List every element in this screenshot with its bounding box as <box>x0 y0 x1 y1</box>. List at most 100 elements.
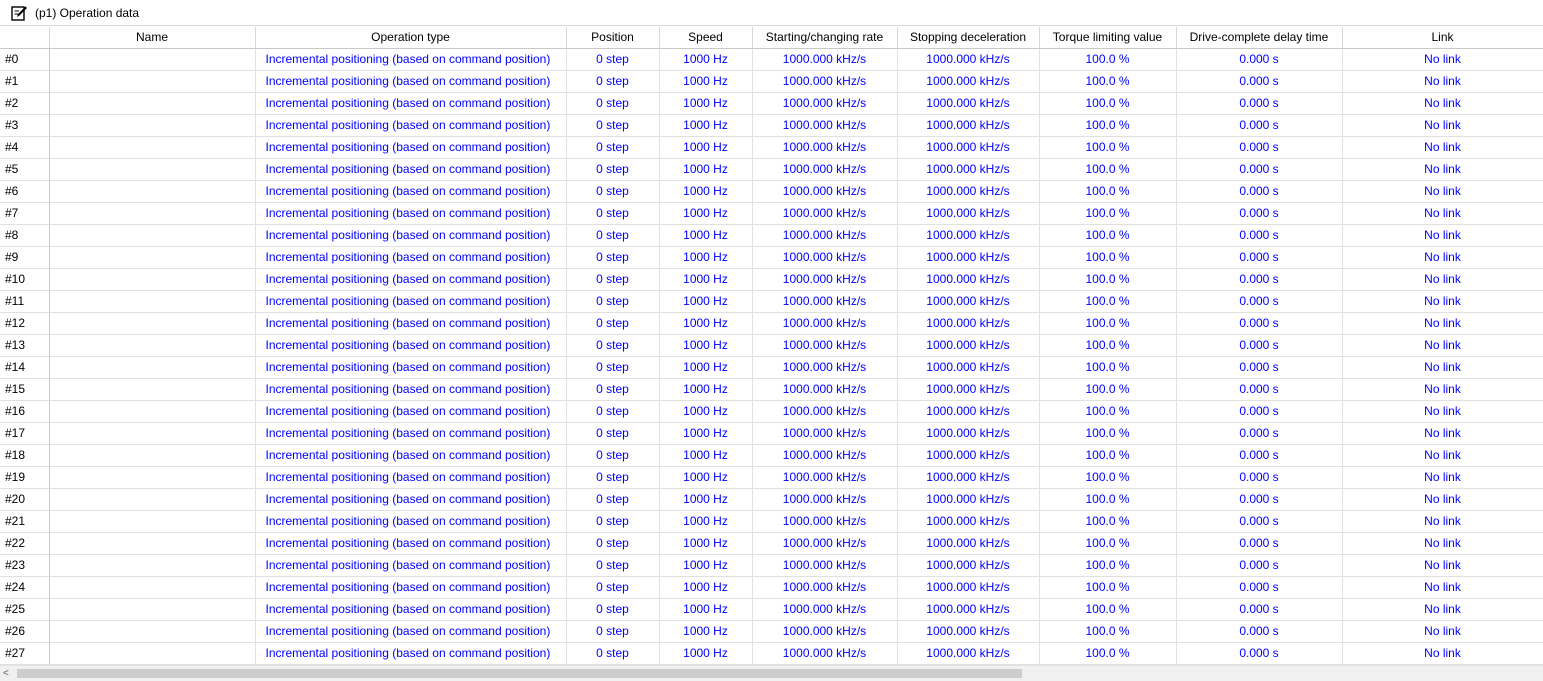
cell-name[interactable] <box>49 70 256 93</box>
cell-name[interactable] <box>49 268 256 291</box>
cell-drive-complete-delay-time[interactable]: 0.000 s <box>1176 598 1343 621</box>
column-header-speed[interactable]: Speed <box>659 27 753 49</box>
cell-drive-complete-delay-time[interactable]: 0.000 s <box>1176 620 1343 643</box>
cell-link[interactable]: No link <box>1342 488 1543 511</box>
cell-speed[interactable]: 1000 Hz <box>659 224 753 247</box>
cell-stopping-deceleration[interactable]: 1000.000 kHz/s <box>897 158 1040 181</box>
cell-position[interactable]: 0 step <box>566 598 660 621</box>
cell-position[interactable]: 0 step <box>566 510 660 533</box>
cell-position[interactable]: 0 step <box>566 400 660 423</box>
cell-torque-limiting-value[interactable]: 100.0 % <box>1039 136 1177 159</box>
cell-starting-changing-rate[interactable]: 1000.000 kHz/s <box>752 576 898 599</box>
cell-starting-changing-rate[interactable]: 1000.000 kHz/s <box>752 290 898 313</box>
cell-link[interactable]: No link <box>1342 422 1543 445</box>
cell-stopping-deceleration[interactable]: 1000.000 kHz/s <box>897 312 1040 335</box>
cell-torque-limiting-value[interactable]: 100.0 % <box>1039 378 1177 401</box>
cell-stopping-deceleration[interactable]: 1000.000 kHz/s <box>897 378 1040 401</box>
cell-speed[interactable]: 1000 Hz <box>659 576 753 599</box>
cell-position[interactable]: 0 step <box>566 576 660 599</box>
cell-link[interactable]: No link <box>1342 554 1543 577</box>
cell-drive-complete-delay-time[interactable]: 0.000 s <box>1176 70 1343 93</box>
cell-operation-type[interactable]: Incremental positioning (based on comman… <box>255 224 567 247</box>
row-number[interactable]: #25 <box>0 598 50 621</box>
cell-position[interactable]: 0 step <box>566 48 660 71</box>
cell-link[interactable]: No link <box>1342 444 1543 467</box>
cell-stopping-deceleration[interactable]: 1000.000 kHz/s <box>897 92 1040 115</box>
cell-link[interactable]: No link <box>1342 576 1543 599</box>
cell-torque-limiting-value[interactable]: 100.0 % <box>1039 70 1177 93</box>
cell-link[interactable]: No link <box>1342 224 1543 247</box>
cell-stopping-deceleration[interactable]: 1000.000 kHz/s <box>897 620 1040 643</box>
cell-position[interactable]: 0 step <box>566 224 660 247</box>
row-number[interactable]: #7 <box>0 202 50 225</box>
cell-torque-limiting-value[interactable]: 100.0 % <box>1039 620 1177 643</box>
table-row[interactable]: #12 Incremental positioning (based on com… <box>0 312 1543 335</box>
table-row[interactable]: #26 Incremental positioning (based on com… <box>0 620 1543 643</box>
cell-operation-type[interactable]: Incremental positioning (based on comman… <box>255 158 567 181</box>
cell-operation-type[interactable]: Incremental positioning (based on comman… <box>255 136 567 159</box>
cell-position[interactable]: 0 step <box>566 92 660 115</box>
cell-position[interactable]: 0 step <box>566 444 660 467</box>
cell-link[interactable]: No link <box>1342 70 1543 93</box>
cell-starting-changing-rate[interactable]: 1000.000 kHz/s <box>752 554 898 577</box>
cell-position[interactable]: 0 step <box>566 158 660 181</box>
cell-name[interactable] <box>49 356 256 379</box>
cell-operation-type[interactable]: Incremental positioning (based on comman… <box>255 70 567 93</box>
cell-torque-limiting-value[interactable]: 100.0 % <box>1039 246 1177 269</box>
cell-speed[interactable]: 1000 Hz <box>659 202 753 225</box>
cell-starting-changing-rate[interactable]: 1000.000 kHz/s <box>752 114 898 137</box>
cell-operation-type[interactable]: Incremental positioning (based on comman… <box>255 356 567 379</box>
row-number[interactable]: #22 <box>0 532 50 555</box>
cell-drive-complete-delay-time[interactable]: 0.000 s <box>1176 158 1343 181</box>
cell-name[interactable] <box>49 400 256 423</box>
cell-starting-changing-rate[interactable]: 1000.000 kHz/s <box>752 532 898 555</box>
row-number[interactable]: #26 <box>0 620 50 643</box>
cell-starting-changing-rate[interactable]: 1000.000 kHz/s <box>752 620 898 643</box>
cell-link[interactable]: No link <box>1342 510 1543 533</box>
row-number[interactable]: #17 <box>0 422 50 445</box>
cell-operation-type[interactable]: Incremental positioning (based on comman… <box>255 642 567 665</box>
cell-drive-complete-delay-time[interactable]: 0.000 s <box>1176 378 1343 401</box>
cell-operation-type[interactable]: Incremental positioning (based on comman… <box>255 312 567 335</box>
cell-operation-type[interactable]: Incremental positioning (based on comman… <box>255 48 567 71</box>
table-row[interactable]: #20 Incremental positioning (based on com… <box>0 488 1543 511</box>
cell-stopping-deceleration[interactable]: 1000.000 kHz/s <box>897 554 1040 577</box>
cell-speed[interactable]: 1000 Hz <box>659 246 753 269</box>
column-header-operation-type[interactable]: Operation type <box>255 27 567 49</box>
cell-name[interactable] <box>49 158 256 181</box>
cell-operation-type[interactable]: Incremental positioning (based on comman… <box>255 268 567 291</box>
scrollbar-thumb[interactable] <box>17 669 1022 678</box>
table-row[interactable]: #27 Incremental positioning (based on com… <box>0 642 1543 665</box>
cell-link[interactable]: No link <box>1342 334 1543 357</box>
cell-speed[interactable]: 1000 Hz <box>659 378 753 401</box>
cell-torque-limiting-value[interactable]: 100.0 % <box>1039 48 1177 71</box>
cell-torque-limiting-value[interactable]: 100.0 % <box>1039 532 1177 555</box>
row-number[interactable]: #13 <box>0 334 50 357</box>
table-row[interactable]: #13 Incremental positioning (based on com… <box>0 334 1543 357</box>
cell-link[interactable]: No link <box>1342 378 1543 401</box>
cell-position[interactable]: 0 step <box>566 180 660 203</box>
cell-position[interactable]: 0 step <box>566 422 660 445</box>
row-number[interactable]: #23 <box>0 554 50 577</box>
cell-stopping-deceleration[interactable]: 1000.000 kHz/s <box>897 422 1040 445</box>
cell-torque-limiting-value[interactable]: 100.0 % <box>1039 642 1177 665</box>
row-number[interactable]: #19 <box>0 466 50 489</box>
cell-stopping-deceleration[interactable]: 1000.000 kHz/s <box>897 70 1040 93</box>
cell-speed[interactable]: 1000 Hz <box>659 488 753 511</box>
scroll-left-arrow-icon[interactable]: < <box>3 667 9 681</box>
cell-starting-changing-rate[interactable]: 1000.000 kHz/s <box>752 158 898 181</box>
cell-link[interactable]: No link <box>1342 642 1543 665</box>
cell-torque-limiting-value[interactable]: 100.0 % <box>1039 422 1177 445</box>
cell-starting-changing-rate[interactable]: 1000.000 kHz/s <box>752 224 898 247</box>
cell-starting-changing-rate[interactable]: 1000.000 kHz/s <box>752 422 898 445</box>
cell-starting-changing-rate[interactable]: 1000.000 kHz/s <box>752 598 898 621</box>
cell-drive-complete-delay-time[interactable]: 0.000 s <box>1176 312 1343 335</box>
table-row[interactable]: #6 Incremental positioning (based on comm… <box>0 180 1543 203</box>
cell-speed[interactable]: 1000 Hz <box>659 312 753 335</box>
cell-drive-complete-delay-time[interactable]: 0.000 s <box>1176 92 1343 115</box>
table-row[interactable]: #22 Incremental positioning (based on com… <box>0 532 1543 555</box>
cell-stopping-deceleration[interactable]: 1000.000 kHz/s <box>897 180 1040 203</box>
cell-link[interactable]: No link <box>1342 202 1543 225</box>
cell-operation-type[interactable]: Incremental positioning (based on comman… <box>255 554 567 577</box>
cell-speed[interactable]: 1000 Hz <box>659 356 753 379</box>
